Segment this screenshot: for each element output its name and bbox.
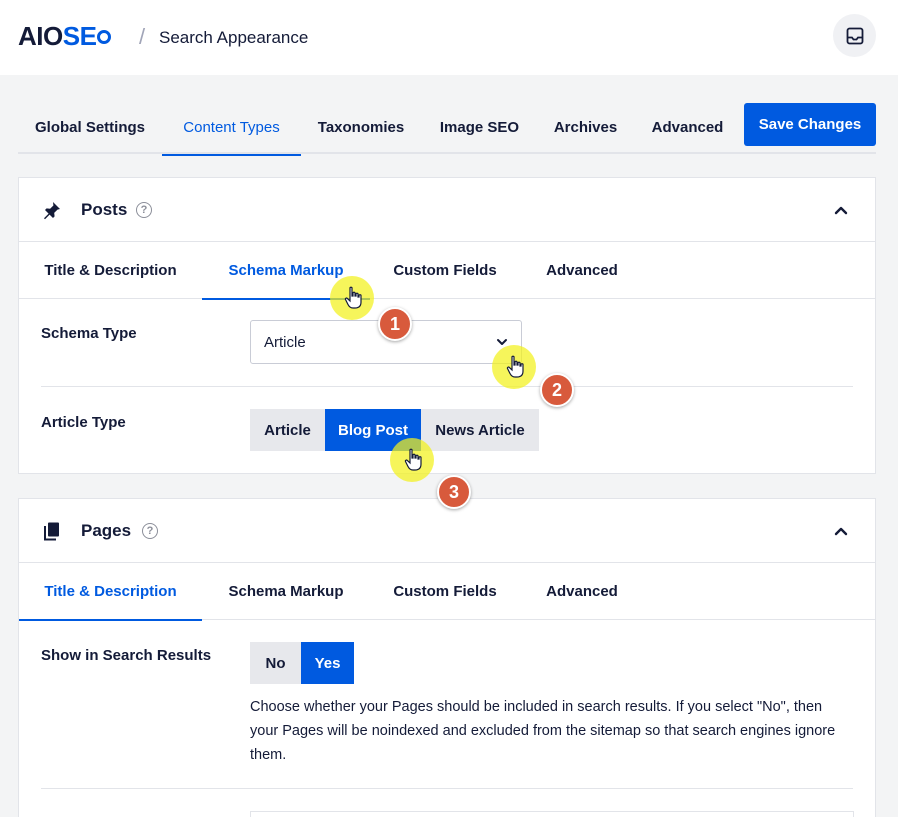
step-badge: 3	[437, 475, 471, 509]
posts-card-header[interactable]: Posts ?	[19, 178, 875, 242]
tab-archives[interactable]: Archives	[538, 100, 633, 154]
hand-cursor-icon	[344, 286, 362, 309]
hand-cursor-icon	[506, 355, 524, 378]
article-type-news-article[interactable]: News Article	[421, 409, 539, 451]
chevron-up-icon[interactable]	[833, 523, 849, 539]
aioseo-logo[interactable]: AIO SE	[18, 20, 112, 51]
pages-icon	[44, 522, 59, 541]
tab-taxonomies[interactable]: Taxonomies	[301, 100, 421, 154]
breadcrumb-current: Search Appearance	[159, 28, 309, 47]
pages-tab-schema-markup[interactable]: Schema Markup	[202, 563, 370, 620]
show-in-search-no[interactable]: No	[250, 642, 301, 684]
hand-cursor-icon	[404, 448, 422, 471]
tab-image-seo[interactable]: Image SEO	[421, 100, 538, 154]
tab-global-settings[interactable]: Global Settings	[18, 100, 162, 154]
inbox-icon	[846, 27, 863, 44]
tab-advanced[interactable]: Advanced	[633, 100, 742, 154]
help-icon[interactable]: ?	[136, 202, 152, 218]
pages-tab-custom-fields[interactable]: Custom Fields	[370, 563, 520, 620]
pages-card: Pages ? Title & Description Schema Marku…	[18, 498, 876, 817]
pin-icon	[44, 202, 60, 220]
posts-subtabs: Title & Description Schema Markup Custom…	[19, 242, 875, 300]
row-divider	[41, 788, 853, 789]
breadcrumb-separator: /	[139, 24, 146, 49]
step-badge: 1	[378, 307, 412, 341]
help-icon[interactable]: ?	[142, 523, 158, 539]
show-in-search-toggle: No Yes	[250, 642, 354, 684]
show-in-search-description: Choose whether your Pages should be incl…	[250, 699, 836, 763]
logo-text-aio: AIO	[18, 20, 63, 51]
logo-text-seo: SE	[62, 20, 97, 51]
schema-type-label: Schema Type	[41, 325, 137, 342]
pages-card-header[interactable]: Pages ?	[19, 499, 875, 563]
posts-tab-advanced[interactable]: Advanced	[520, 242, 644, 299]
article-type-article[interactable]: Article	[250, 409, 325, 451]
posts-card: Posts ? Title & Description Schema Marku…	[18, 177, 876, 474]
chevron-up-icon[interactable]	[833, 202, 849, 218]
tab-content-types[interactable]: Content Types	[162, 100, 301, 156]
pages-tab-title-description[interactable]: Title & Description	[19, 563, 202, 621]
show-in-search-yes[interactable]: Yes	[301, 642, 354, 684]
article-type-label: Article Type	[41, 414, 126, 431]
schema-type-value: Article	[264, 334, 306, 351]
top-bar: AIO SE / Search Appearance	[0, 0, 898, 75]
pages-tab-advanced[interactable]: Advanced	[520, 563, 644, 620]
row-divider	[41, 386, 853, 387]
posts-tab-custom-fields[interactable]: Custom Fields	[370, 242, 520, 299]
step-badge: 2	[540, 373, 574, 407]
next-field-input[interactable]	[250, 811, 854, 817]
pages-title: Pages	[81, 521, 132, 540]
logo-gear-icon	[97, 30, 112, 44]
posts-title: Posts	[81, 200, 128, 219]
save-changes-button[interactable]: Save Changes	[744, 103, 876, 146]
pages-subtabs: Title & Description Schema Markup Custom…	[19, 563, 875, 621]
show-in-search-label: Show in Search Results	[41, 647, 212, 664]
posts-tab-title-description[interactable]: Title & Description	[19, 242, 202, 299]
notifications-button[interactable]	[833, 14, 876, 57]
